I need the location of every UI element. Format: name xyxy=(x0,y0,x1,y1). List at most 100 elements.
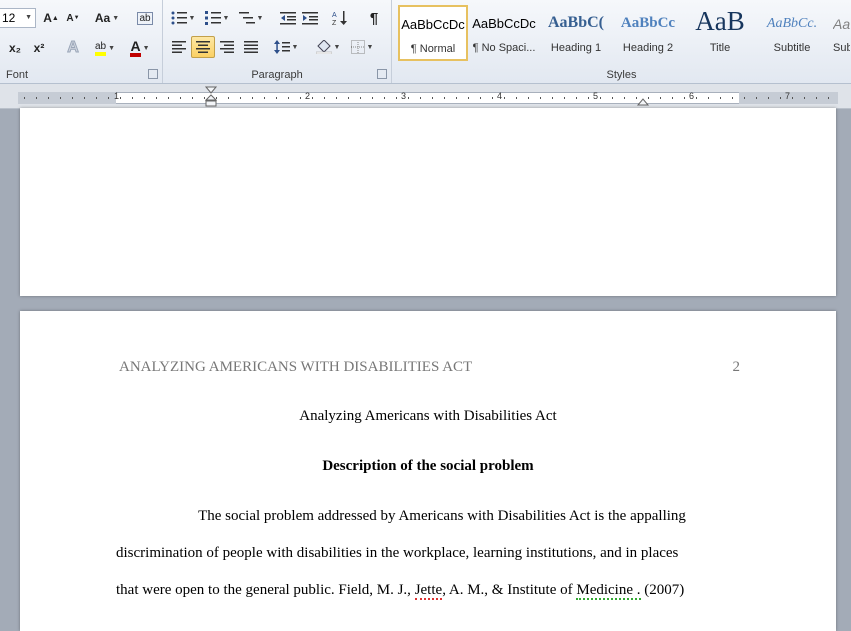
ruler-tick xyxy=(564,97,565,99)
ruler-tick xyxy=(624,97,625,99)
ruler-tick xyxy=(648,97,649,99)
style-sample: AaBbC( xyxy=(547,14,604,31)
style-subtle-emphasis[interactable]: Aa Sub xyxy=(829,5,851,61)
ruler-bar xyxy=(18,92,838,104)
line-spacing-button[interactable]: ▼ xyxy=(271,36,301,58)
show-formatting-button[interactable]: ¶ xyxy=(363,7,385,29)
chevron-down-icon: ▼ xyxy=(291,43,299,51)
bullets-button[interactable]: ▼ xyxy=(169,7,197,29)
ruler-tick xyxy=(552,97,553,99)
borders-icon xyxy=(350,40,365,54)
ruler-tick xyxy=(612,97,613,99)
decrease-indent-button[interactable] xyxy=(277,7,299,29)
body-text: discrimination of people with disabiliti… xyxy=(116,545,679,561)
body-text: , A. M., & Institute of xyxy=(442,582,577,598)
style-no-spacing[interactable]: AaBbCcDc ¶ No Spaci... xyxy=(469,5,539,61)
dialog-launcher-icon[interactable] xyxy=(148,69,158,79)
ruler-tick xyxy=(708,97,709,99)
style-subtitle[interactable]: AaBbCc. Subtitle xyxy=(757,5,827,61)
ruler-tick xyxy=(684,97,685,99)
font-color-icon: A xyxy=(130,39,141,57)
style-heading-1[interactable]: AaBbC( Heading 1 xyxy=(541,5,611,61)
style-name: Subtitle xyxy=(773,42,811,54)
body-text: (2007) xyxy=(644,582,685,598)
ruler-tick xyxy=(408,97,409,99)
font-size-box[interactable]: 12 ▼ xyxy=(0,8,36,28)
ruler-tick xyxy=(276,97,277,99)
ruler-tick xyxy=(216,97,217,99)
align-left-button[interactable] xyxy=(167,36,191,58)
ruler-tick xyxy=(768,97,769,99)
document-page-1[interactable] xyxy=(20,108,836,296)
clear-formatting-button[interactable]: ab xyxy=(134,7,156,29)
body-line: The social problem addressed by American… xyxy=(116,508,720,525)
ruler-tick xyxy=(756,97,757,99)
spelling-error[interactable]: Jette xyxy=(414,582,443,600)
style-sample: AaBbCcDc xyxy=(401,17,465,32)
section-heading: Description of the social problem xyxy=(322,458,534,474)
ruler-tick xyxy=(312,97,313,99)
shrink-font-button[interactable]: A ▼ xyxy=(62,7,84,29)
ruler-number: 7 xyxy=(785,91,791,101)
ruler-tick xyxy=(324,97,325,99)
ruler-tick xyxy=(228,97,229,99)
align-right-button[interactable] xyxy=(215,36,239,58)
ruler-tick xyxy=(468,97,469,99)
superscript-button[interactable]: x² xyxy=(28,37,50,59)
ruler-tick xyxy=(600,97,601,99)
ruler-tick xyxy=(252,97,253,99)
align-center-icon xyxy=(196,41,210,53)
multilevel-list-button[interactable]: ▼ xyxy=(237,7,265,29)
ruler-tick xyxy=(24,97,25,99)
justify-button[interactable] xyxy=(239,36,263,58)
horizontal-ruler[interactable]: 1 2 3 4 5 6 7 xyxy=(0,84,851,109)
svg-text:Z: Z xyxy=(332,20,337,26)
font-color-button[interactable]: A ▼ xyxy=(124,37,156,59)
ruler-number: 6 xyxy=(689,91,695,101)
ruler-tick xyxy=(144,97,145,99)
chevron-down-icon: ▼ xyxy=(222,14,230,22)
style-sample: AaB xyxy=(695,6,745,36)
borders-button[interactable]: ▼ xyxy=(347,36,377,58)
ruler-tick xyxy=(372,97,373,99)
ruler-number: 2 xyxy=(305,91,311,101)
ruler-tick xyxy=(72,97,73,99)
ruler-tick xyxy=(816,97,817,99)
increase-indent-button[interactable] xyxy=(299,7,321,29)
ruler-tick xyxy=(696,97,697,99)
page-number: 2 xyxy=(732,359,741,375)
ruler-tick xyxy=(528,97,529,99)
grow-font-button[interactable]: A ▲ xyxy=(40,7,62,29)
ruler-tick xyxy=(120,97,121,99)
highlight-button[interactable]: ab ▼ xyxy=(90,37,120,59)
document-page-2[interactable]: ANALYZING AMERICANS WITH DISABILITIES AC… xyxy=(20,311,836,631)
numbering-button[interactable]: ▼ xyxy=(203,7,231,29)
paint-bucket-icon xyxy=(315,40,332,54)
text-effects-button[interactable]: A xyxy=(60,37,86,59)
dialog-launcher-icon[interactable] xyxy=(377,69,387,79)
font-size-value: 12 xyxy=(2,11,16,25)
style-sample: AaBbCcDc xyxy=(472,16,536,31)
ruler-tick xyxy=(576,97,577,99)
style-normal[interactable]: AaBbCcDc ¶ Normal xyxy=(398,5,468,61)
ruler-tick xyxy=(432,97,433,99)
change-case-button[interactable]: Aa ▼ xyxy=(92,7,122,29)
shading-button[interactable]: ▼ xyxy=(313,36,343,58)
ruler-tick xyxy=(96,97,97,99)
style-title[interactable]: AaB Title xyxy=(685,5,755,61)
grammar-error[interactable]: Medicine . xyxy=(576,582,641,600)
chevron-down-icon: ▼ xyxy=(256,14,264,22)
style-heading-2[interactable]: AaBbCc Heading 2 xyxy=(613,5,683,61)
ruler-tick xyxy=(504,97,505,99)
subscript-button[interactable]: x₂ xyxy=(4,37,26,59)
align-center-button[interactable] xyxy=(191,36,215,58)
style-name: Heading 2 xyxy=(622,42,674,54)
sort-button[interactable]: AZ xyxy=(329,7,351,29)
ruler-tick xyxy=(240,97,241,99)
ruler-tick xyxy=(300,97,301,99)
ruler-tick xyxy=(492,97,493,99)
ruler-tick xyxy=(420,97,421,99)
ruler-tick xyxy=(108,97,109,99)
ruler-tick xyxy=(780,97,781,99)
chevron-down-icon: ▼ xyxy=(142,44,150,52)
